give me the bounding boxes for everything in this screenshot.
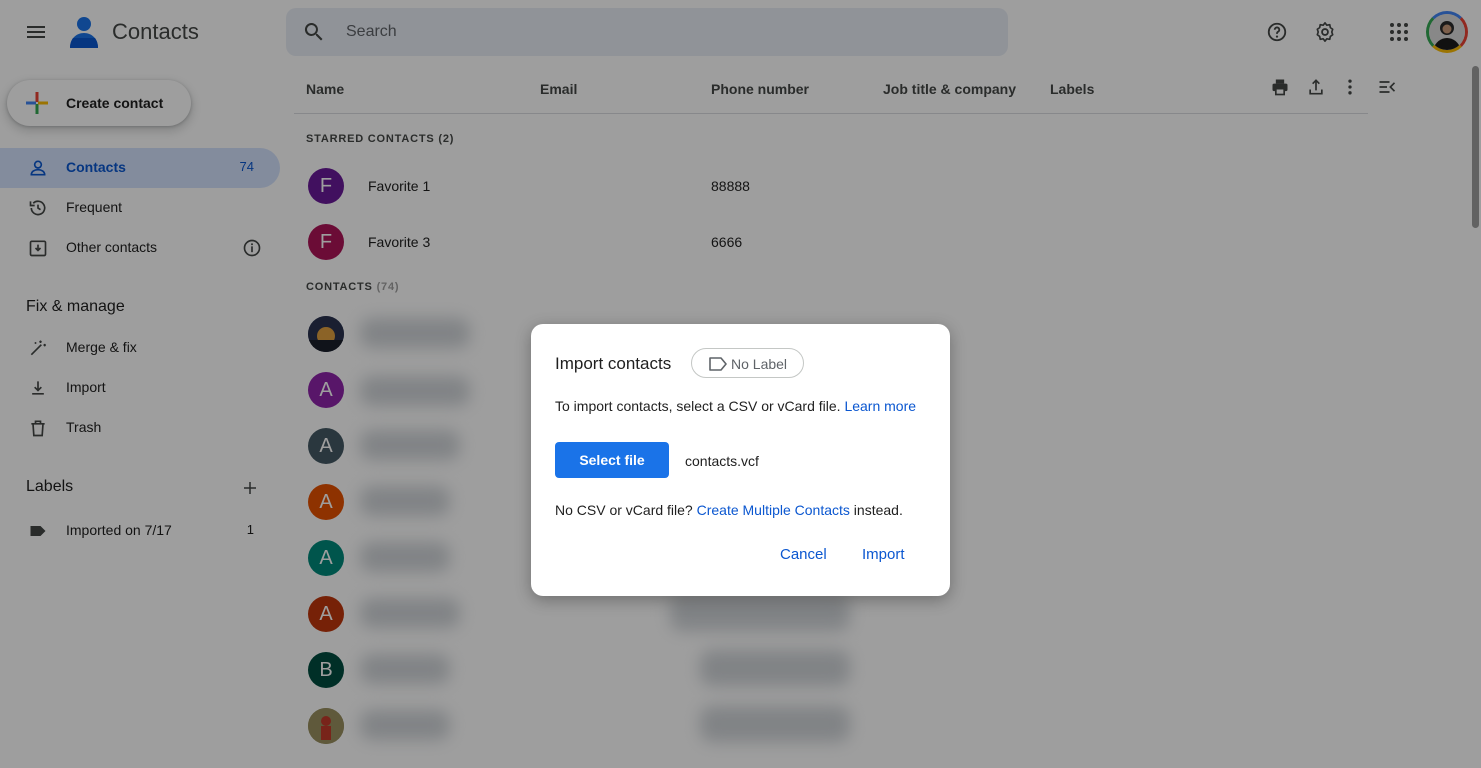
cancel-button[interactable]: Cancel	[780, 546, 827, 563]
alt-suffix: instead.	[853, 502, 903, 518]
contacts-app: Contacts Create contact Contacts 7	[0, 0, 1481, 768]
import-contacts-dialog: Import contacts No Label To import conta…	[531, 324, 950, 596]
import-button[interactable]: Import	[862, 546, 905, 563]
learn-more-link[interactable]: Learn more	[844, 398, 916, 414]
create-multiple-contacts-link[interactable]: Create Multiple Contacts	[697, 502, 850, 518]
chip-label: No Label	[731, 356, 788, 372]
alt-prefix: No CSV or vCard file?	[555, 502, 693, 518]
select-file-button[interactable]: Select file	[555, 442, 669, 478]
label-chip[interactable]: No Label	[691, 348, 804, 378]
selected-file-name: contacts.vcf	[685, 453, 759, 469]
instruction-line: To import contacts, select a CSV or vCar…	[555, 398, 916, 414]
label-outline-icon	[709, 357, 727, 371]
alternative-line: No CSV or vCard file? Create Multiple Co…	[555, 502, 903, 518]
dialog-title: Import contacts	[555, 354, 672, 373]
instruction-text: To import contacts, select a CSV or vCar…	[555, 398, 841, 414]
